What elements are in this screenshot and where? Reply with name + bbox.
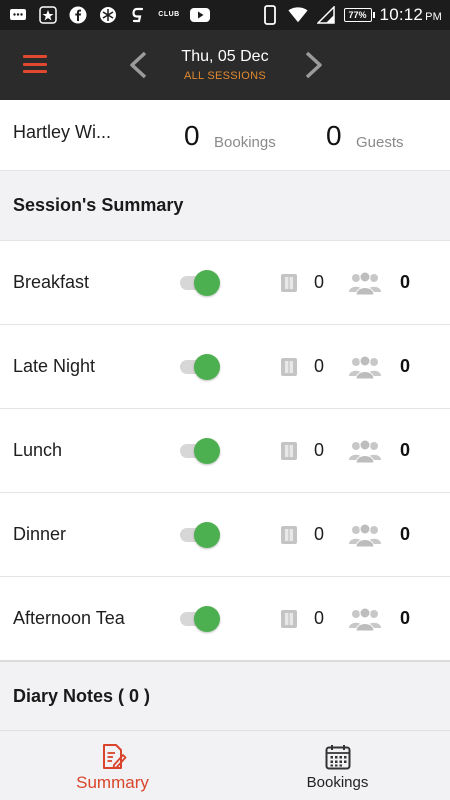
session-bookings-count: 0 — [314, 440, 325, 460]
session-filter-label: ALL SESSIONS — [183, 70, 267, 82]
session-bookings-count: 0 — [314, 524, 325, 544]
session-toggle[interactable] — [180, 353, 222, 381]
date-selector[interactable]: Thu, 05 Dec ALL SESSIONS — [150, 46, 300, 82]
session-row-dinner[interactable]: Dinner 0 0 — [0, 493, 450, 577]
tab-summary[interactable]: Summary — [0, 731, 225, 800]
session-toggle[interactable] — [180, 521, 222, 549]
signal-icon — [316, 5, 336, 25]
guests-group-icon — [348, 270, 382, 296]
current-date: Thu, 05 Dec — [181, 48, 269, 65]
wifi-icon — [288, 5, 308, 25]
booking-book-icon — [280, 441, 298, 461]
session-guests-count: 0 — [400, 524, 411, 544]
session-bookings-count: 0 — [314, 272, 325, 292]
total-guests-count: 0 — [326, 120, 342, 151]
phone-icon — [260, 5, 280, 25]
session-row-afternoon-tea[interactable]: Afternoon Tea 0 0 — [0, 577, 450, 661]
next-day-chevron-icon[interactable] — [300, 50, 326, 80]
guests-group-icon — [348, 606, 382, 632]
session-row-lunch[interactable]: Lunch 0 0 — [0, 409, 450, 493]
status-bar: CLUB 77% 10:12 PM — [0, 0, 450, 30]
session-name: Afternoon Tea — [13, 608, 125, 628]
tab-label: Summary — [76, 773, 149, 792]
session-row-breakfast[interactable]: Breakfast 0 0 — [0, 241, 450, 325]
diary-notes-header[interactable]: Diary Notes ( 0 ) — [0, 660, 450, 730]
message-icon — [8, 5, 28, 25]
booking-book-icon — [280, 525, 298, 545]
session-name: Dinner — [13, 524, 67, 544]
venue-summary-row: Hartley Wi... 0 Bookings 0 Guests — [0, 100, 450, 171]
booking-book-icon — [280, 273, 298, 293]
menu-icon[interactable] — [23, 55, 47, 73]
session-toggle[interactable] — [180, 605, 222, 633]
game-icon — [38, 5, 58, 25]
bookings-label: Bookings — [214, 134, 276, 151]
guests-label: Guests — [356, 134, 404, 151]
facebook-icon — [68, 5, 88, 25]
total-bookings-count: 0 — [184, 120, 200, 151]
venue-name: Hartley Wi... — [13, 122, 112, 142]
session-toggle[interactable] — [180, 437, 222, 465]
g-app-icon — [128, 5, 148, 25]
session-bookings-count: 0 — [314, 608, 325, 628]
session-guests-count: 0 — [400, 272, 411, 292]
battery-icon: 77% — [343, 8, 375, 22]
guests-group-icon — [348, 438, 382, 464]
session-guests-count: 0 — [400, 440, 411, 460]
summary-document-icon — [99, 743, 127, 771]
previous-day-chevron-icon[interactable] — [126, 50, 152, 80]
tab-bookings[interactable]: Bookings — [225, 731, 450, 800]
youtube-icon — [190, 5, 210, 25]
session-guests-count: 0 — [400, 356, 411, 376]
session-bookings-count: 0 — [314, 356, 325, 376]
bottom-navigation: Summary Bookings — [0, 730, 450, 800]
session-guests-count: 0 — [400, 608, 411, 628]
guests-group-icon — [348, 522, 382, 548]
booking-book-icon — [280, 609, 298, 629]
app-header: Thu, 05 Dec ALL SESSIONS — [0, 30, 450, 100]
clock: 10:12 PM — [379, 5, 442, 24]
session-name: Breakfast — [13, 272, 90, 292]
session-name: Late Night — [13, 356, 96, 376]
session-row-late-night[interactable]: Late Night 0 0 — [0, 325, 450, 409]
booking-book-icon — [280, 357, 298, 377]
unknown-app-icon — [98, 5, 118, 25]
session-name: Lunch — [13, 440, 63, 460]
tab-label: Bookings — [306, 774, 369, 791]
guests-group-icon — [348, 354, 382, 380]
session-toggle[interactable] — [180, 269, 222, 297]
calendar-icon — [324, 743, 352, 771]
sessions-summary-header: Session's Summary — [0, 171, 450, 241]
club-icon: CLUB — [158, 11, 180, 18]
